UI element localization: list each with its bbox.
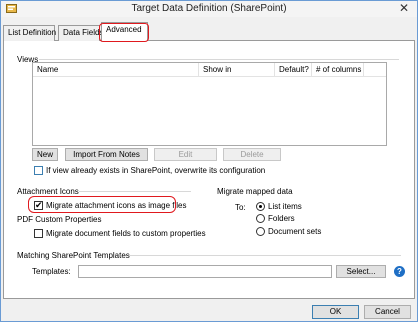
title-bar: Target Data Definition (SharePoint) ✕ bbox=[1, 1, 417, 17]
migrate-attachment-icons-label: Migrate attachment icons as image files bbox=[46, 201, 187, 210]
migrate-mapped-data-group-label: Migrate mapped data bbox=[217, 187, 293, 196]
help-icon[interactable]: ? bbox=[394, 266, 405, 277]
migrate-document-fields-checkbox[interactable] bbox=[34, 229, 43, 238]
tab-strip: List Definition Data Fields Advanced bbox=[3, 21, 415, 42]
new-view-button[interactable]: New bbox=[32, 148, 58, 161]
views-group-line bbox=[39, 59, 399, 60]
radio-list-items-label: List items bbox=[268, 202, 302, 211]
column-num-columns[interactable]: # of columns bbox=[312, 63, 364, 77]
column-default[interactable]: Default? bbox=[275, 63, 312, 77]
radio-folders[interactable] bbox=[256, 214, 265, 223]
ok-button[interactable]: OK bbox=[312, 305, 359, 319]
close-icon[interactable]: ✕ bbox=[397, 1, 411, 15]
overwrite-view-label: If view already exists in SharePoint, ov… bbox=[46, 166, 266, 175]
column-show-in[interactable]: Show in bbox=[199, 63, 275, 77]
to-label: To: bbox=[235, 203, 246, 212]
views-list-header: Name Show in Default? # of columns bbox=[33, 63, 386, 77]
tab-list-definition[interactable]: List Definition bbox=[3, 25, 56, 41]
matching-templates-group-label: Matching SharePoint Templates bbox=[17, 251, 130, 260]
cancel-button[interactable]: Cancel bbox=[364, 305, 411, 319]
pdf-custom-properties-group-label: PDF Custom Properties bbox=[17, 215, 102, 224]
migrate-document-fields-label: Migrate document fields to custom proper… bbox=[46, 229, 206, 238]
tab-advanced[interactable]: Advanced bbox=[101, 22, 148, 42]
select-templates-button[interactable]: Select... bbox=[336, 265, 386, 278]
attachment-icons-group-label: Attachment Icons bbox=[17, 187, 79, 196]
window-title: Target Data Definition (SharePoint) bbox=[131, 3, 287, 14]
overwrite-view-checkbox[interactable] bbox=[34, 166, 43, 175]
dialog-window: Target Data Definition (SharePoint) ✕ Li… bbox=[0, 0, 418, 322]
radio-list-items[interactable] bbox=[256, 202, 265, 211]
radio-document-sets[interactable] bbox=[256, 227, 265, 236]
delete-view-button[interactable]: Delete bbox=[223, 148, 281, 161]
checkmark-icon: ✔ bbox=[35, 200, 43, 210]
tab-data-fields[interactable]: Data Fields bbox=[58, 25, 103, 41]
templates-label: Templates: bbox=[32, 267, 71, 276]
matching-templates-group-line bbox=[129, 255, 401, 256]
attachment-icons-group-line bbox=[79, 191, 191, 192]
edit-view-button[interactable]: Edit bbox=[154, 148, 217, 161]
column-name[interactable]: Name bbox=[33, 63, 199, 77]
radio-selected-dot bbox=[259, 205, 262, 208]
import-from-notes-button[interactable]: Import From Notes bbox=[65, 148, 148, 161]
migrate-attachment-icons-checkbox[interactable]: ✔ bbox=[34, 200, 43, 210]
views-list[interactable]: Name Show in Default? # of columns bbox=[32, 62, 387, 146]
radio-folders-label: Folders bbox=[268, 214, 295, 223]
templates-input[interactable] bbox=[78, 265, 332, 278]
radio-document-sets-label: Document sets bbox=[268, 227, 322, 236]
